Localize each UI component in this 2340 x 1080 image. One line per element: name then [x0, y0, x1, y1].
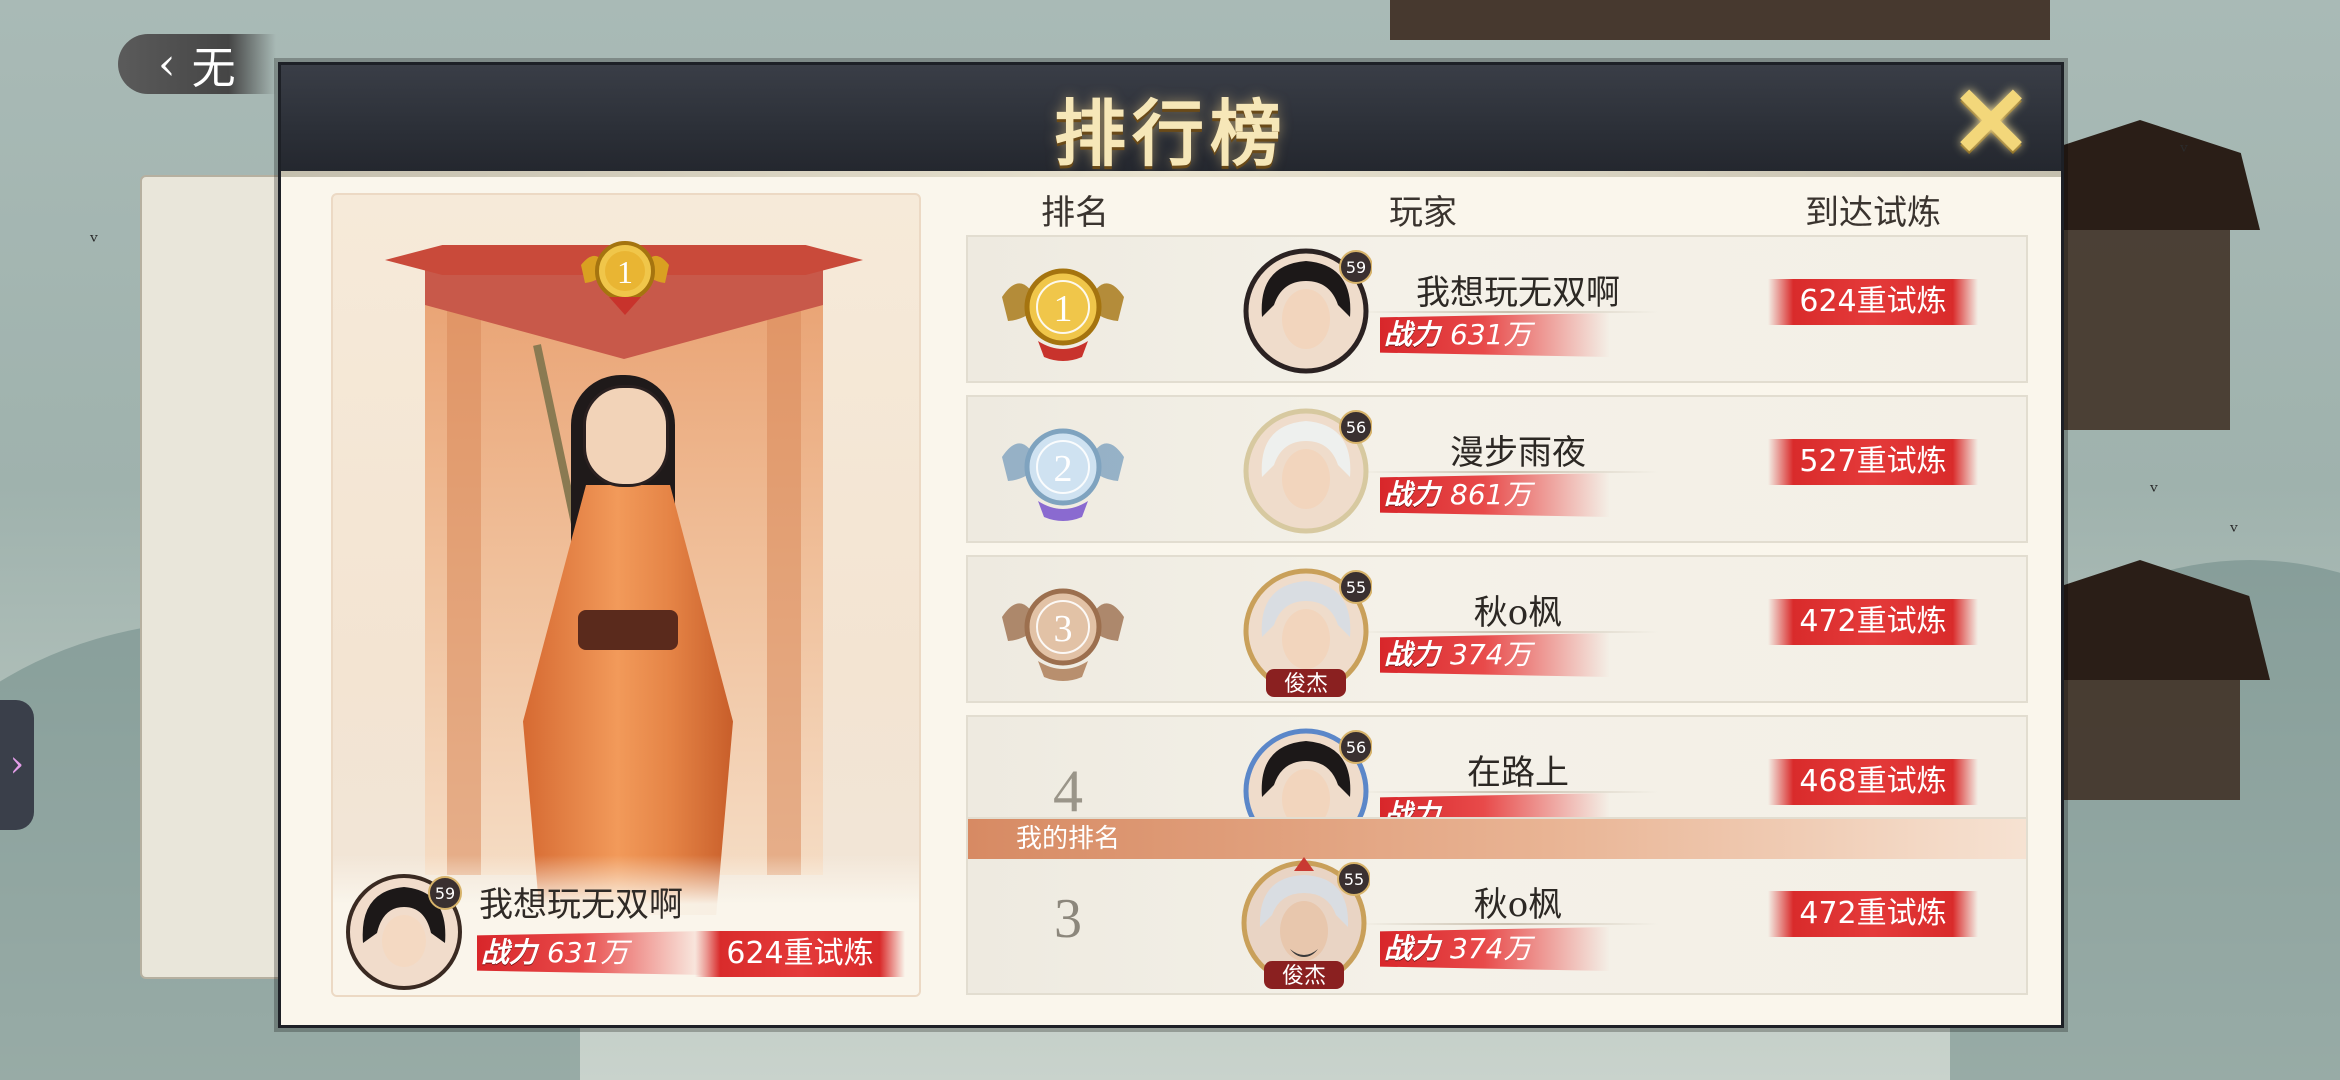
- rank-number: 3: [1054, 608, 1073, 650]
- power-label: 战力: [481, 936, 538, 969]
- avatar-caption: 俊杰: [1284, 672, 1328, 697]
- player-name: 在路上: [1467, 753, 1569, 793]
- my-rank-label: 我的排名: [1016, 824, 1121, 854]
- rank-number: 2: [1054, 448, 1073, 490]
- my-rank-label-bar: 我的排名: [968, 819, 2026, 859]
- rank-row[interactable]: 1 59 我想玩无双啊 战力 631万 624重试炼: [966, 235, 2028, 383]
- column-header-trial: 到达试炼: [1805, 193, 1941, 233]
- bird-icon: ᵛ: [2150, 480, 2159, 505]
- rank-row[interactable]: 2 56 漫步雨夜 战力 861万 527重试炼: [966, 395, 2028, 543]
- champion-name: 我想玩无双啊: [479, 885, 683, 925]
- modal-title-bar: 排行榜 ✕: [281, 65, 2061, 177]
- bronze-medal-icon: 3: [1002, 588, 1124, 681]
- player-trial-tag: 624重试炼: [1768, 279, 1978, 325]
- column-header-player: 玩家: [1389, 193, 1457, 233]
- player-power-value: 861万: [1450, 478, 1532, 511]
- back-arrow-icon: ‹: [158, 38, 176, 90]
- player-trial-tag: 472重试炼: [1768, 599, 1978, 645]
- back-label: 无: [191, 43, 236, 94]
- rank-row[interactable]: 3 55 俊杰 秋o枫 战力 374万 472重试炼: [966, 555, 2028, 703]
- my-power-value: 374万: [1450, 932, 1532, 965]
- player-name: 秋o枫: [1473, 593, 1563, 633]
- power-label: 战力: [1384, 932, 1441, 965]
- rank-list[interactable]: 1 59 我想玩无双啊 战力 631万 624重试炼 2 56 漫步雨夜 战力 …: [966, 235, 2028, 860]
- gold-medal-icon: 1: [1002, 268, 1124, 361]
- rank-number: 4: [1053, 758, 1083, 824]
- champion-level: 59: [435, 884, 455, 903]
- player-power-tag: 战力 374万: [1380, 633, 1610, 677]
- champion-info: 59 我想玩无双啊 战力 631万 624重试炼: [333, 855, 919, 995]
- chevron-right-icon: ›: [9, 744, 25, 785]
- bird-icon: ᵛ: [90, 230, 99, 255]
- power-label: 战力: [1384, 638, 1441, 671]
- champion-card: 1 59 我想玩无双啊 战力 631万 624重试炼: [331, 193, 921, 997]
- champion-avatar[interactable]: 59: [345, 873, 463, 991]
- player-trial-tag: 468重试炼: [1768, 759, 1978, 805]
- column-header-rank: 排名: [1041, 193, 1109, 233]
- my-name: 秋o枫: [1473, 885, 1563, 925]
- side-expand-tab[interactable]: ›: [0, 700, 34, 830]
- player-power-tag: 战力 631万: [1380, 313, 1610, 357]
- bird-icon: ᵛ: [2180, 140, 2189, 165]
- champion-rank-number: 1: [617, 254, 633, 290]
- power-label: 战力: [1384, 318, 1441, 351]
- gold-medal-icon: 1: [581, 241, 669, 315]
- back-button[interactable]: ‹ 无: [118, 34, 276, 94]
- silver-medal-icon: 2: [1002, 428, 1124, 521]
- leaderboard-modal: 排行榜 ✕ 1 59 我想玩无双啊 战力 631万 624重试炼 排名 玩家 到…: [278, 62, 2064, 1028]
- power-label: 战力: [1384, 478, 1441, 511]
- player-name: 我想玩无双啊: [1416, 273, 1620, 313]
- my-rank-panel: 我的排名 3 55 俊杰 秋o枫 战力 374万 472重试炼: [966, 817, 2028, 995]
- player-name: 漫步雨夜: [1450, 433, 1586, 473]
- modal-title: 排行榜: [1053, 91, 1288, 176]
- close-x-icon: ✕: [1949, 65, 2033, 180]
- my-rank-number: 3: [1054, 888, 1082, 950]
- champion-trial-tag: 624重试炼: [695, 931, 905, 977]
- my-trial-tag: 472重试炼: [1768, 891, 1978, 937]
- champion-power-value: 631万: [547, 936, 629, 969]
- player-power-value: 374万: [1450, 638, 1532, 671]
- my-power-tag: 战力 374万: [1380, 927, 1610, 971]
- my-avatar-caption: 俊杰: [1282, 964, 1326, 989]
- player-power-tag: 战力 861万: [1380, 473, 1610, 517]
- close-button[interactable]: ✕: [1943, 74, 2039, 172]
- bird-icon: ᵛ: [2230, 520, 2239, 545]
- rank-number: 1: [1054, 288, 1073, 330]
- player-power-value: 631万: [1450, 318, 1532, 351]
- champion-power-tag: 战力 631万: [477, 931, 707, 975]
- background-panel: [140, 175, 284, 979]
- player-trial-tag: 527重试炼: [1768, 439, 1978, 485]
